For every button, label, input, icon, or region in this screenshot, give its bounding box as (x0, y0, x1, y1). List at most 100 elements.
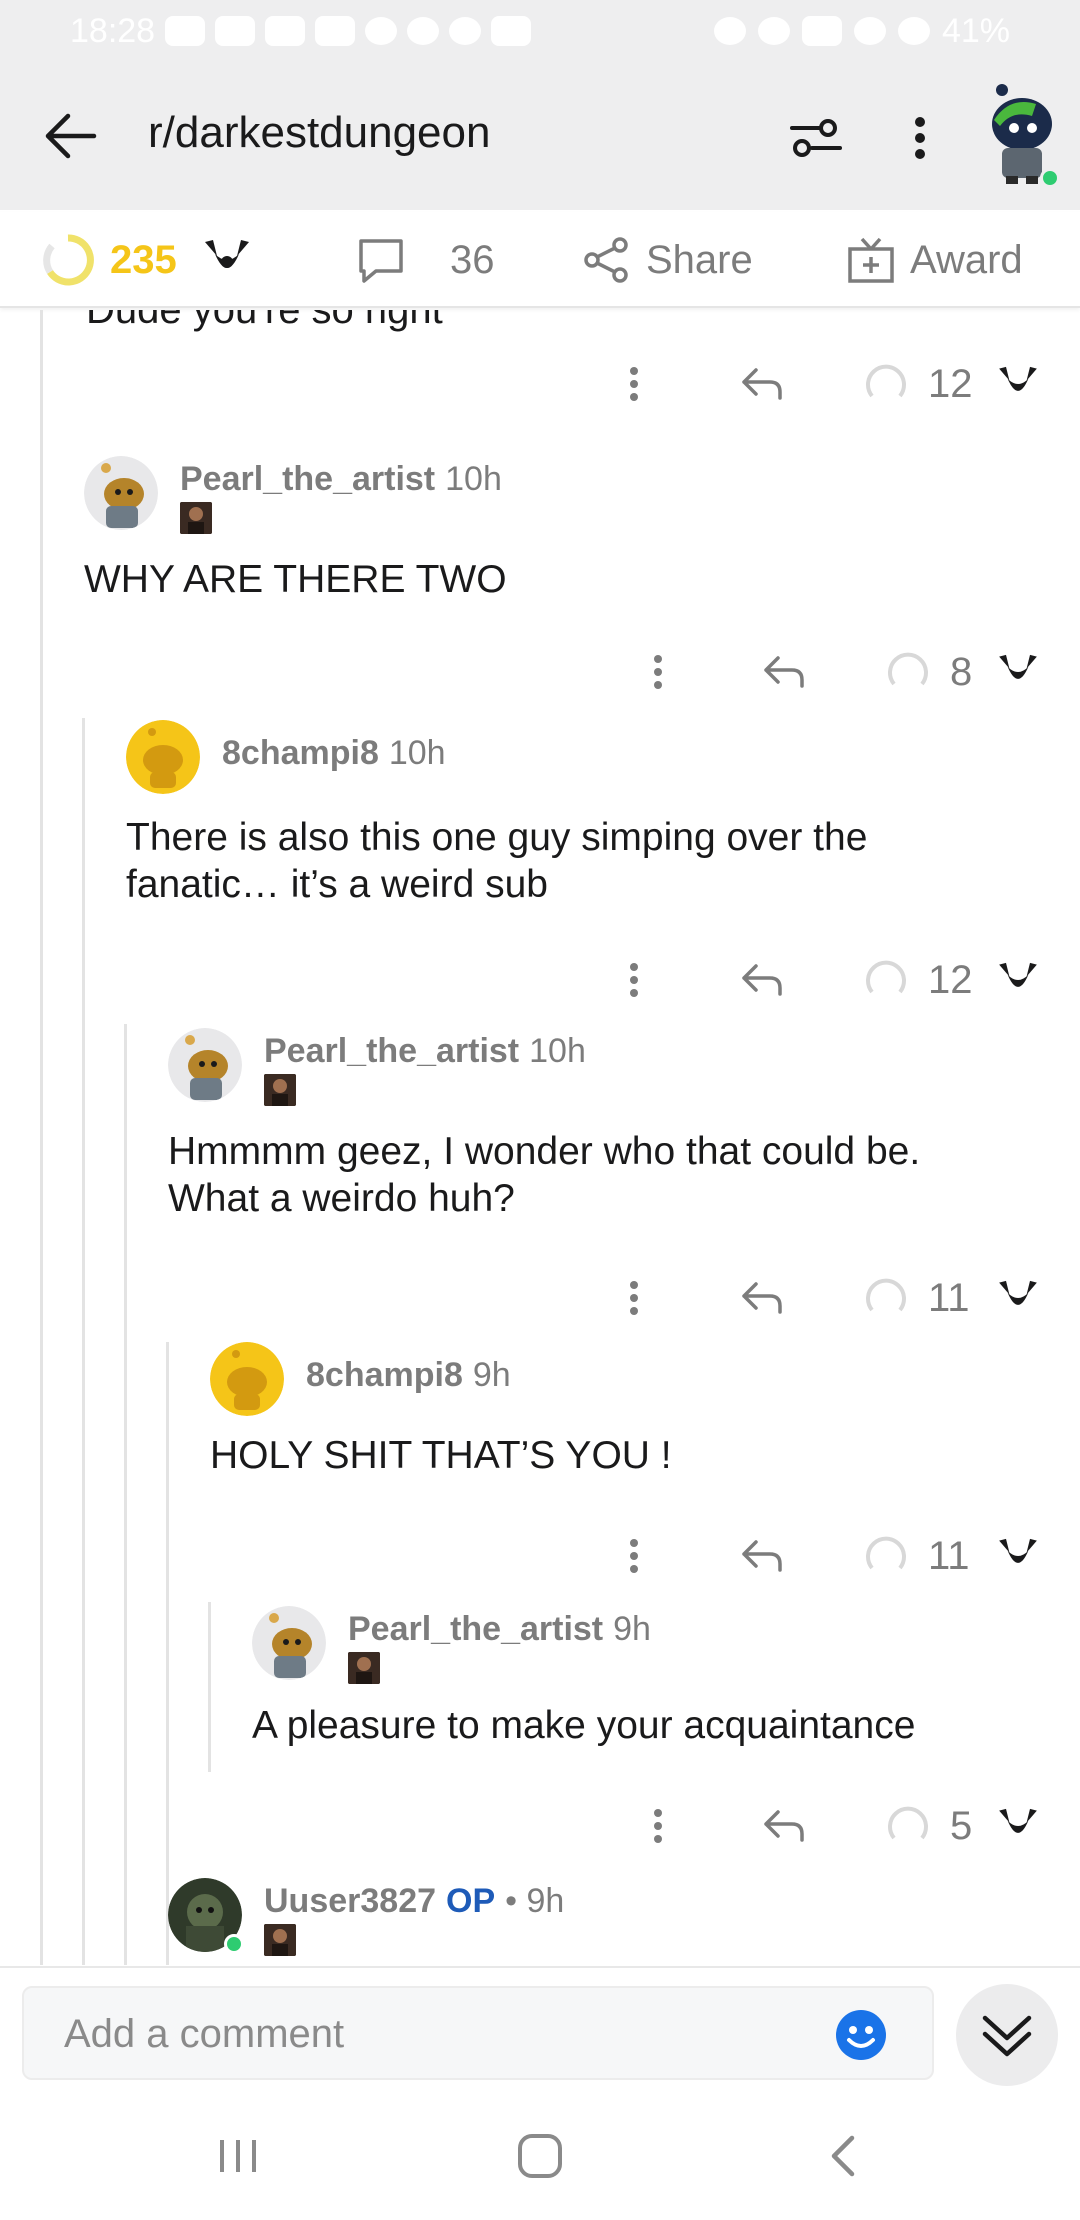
reply-icon[interactable] (740, 960, 784, 1000)
comment-input-container[interactable] (22, 1986, 934, 2080)
reply-icon[interactable] (740, 1536, 784, 1576)
comment: Uuser3827 OP • 9h (168, 1878, 1068, 1965)
comment-author[interactable]: 8champi8 9h (306, 1356, 511, 1395)
comment-body: WHY ARE THERE TWO (84, 558, 507, 601)
upvote-icon[interactable] (864, 362, 908, 406)
comment-more-button[interactable] (646, 1798, 670, 1854)
reply-icon[interactable] (740, 1278, 784, 1318)
comments-button[interactable]: 36 (356, 232, 495, 288)
add-comment-input[interactable] (64, 2006, 824, 2062)
comment-author[interactable]: Pearl_the_artist 10h (180, 460, 502, 499)
comment-more-button[interactable] (622, 952, 646, 1008)
share-button[interactable]: Share (582, 232, 753, 288)
upvote-icon[interactable] (886, 1804, 930, 1848)
gallery-icon (801, 16, 842, 46)
filter-icon (790, 119, 842, 157)
reply-icon[interactable] (762, 1806, 806, 1846)
status-bar: 18:28 41% (0, 0, 1080, 62)
user-avatar-button[interactable] (980, 76, 1060, 188)
youtube-notification-icon (165, 16, 206, 46)
downvote-icon[interactable] (199, 232, 255, 288)
comment: Pearl_the_artist 10h WHY ARE THERE TWO (84, 456, 1064, 601)
more-vertical-icon (630, 963, 638, 997)
comment-action-row: 5 (0, 1798, 1080, 1854)
sort-filter-button[interactable] (786, 108, 846, 168)
avatar[interactable] (84, 456, 158, 530)
comment-more-button[interactable] (622, 1270, 646, 1326)
system-back-button[interactable] (812, 2126, 872, 2186)
collapse-threads-button[interactable] (956, 1984, 1058, 2086)
back-button[interactable] (40, 106, 100, 166)
home-button[interactable] (510, 2126, 570, 2186)
downvote-icon[interactable] (994, 1802, 1042, 1850)
thread-line-depth-2[interactable] (82, 718, 85, 1965)
thread-line-depth-1[interactable] (40, 310, 43, 1965)
upvote-icon[interactable] (886, 650, 930, 694)
more-vertical-icon (630, 1539, 638, 1573)
reddit-notification-icon (365, 17, 398, 45)
online-status-dot (224, 1934, 244, 1954)
post-score: 235 (110, 237, 177, 282)
silent-icon (853, 17, 886, 45)
status-right: 41% (713, 12, 1010, 51)
upvote-icon[interactable] (864, 1276, 908, 1320)
comment-author[interactable]: 8champi8 10h (222, 734, 446, 773)
upvote-icon[interactable] (864, 958, 908, 1002)
reply-icon[interactable] (762, 652, 806, 692)
comment-author[interactable]: Pearl_the_artist 9h (348, 1610, 651, 1649)
comment-author[interactable]: Pearl_the_artist 10h (264, 1032, 586, 1071)
share-label: Share (646, 237, 753, 282)
avatar[interactable] (168, 1028, 242, 1102)
avatar[interactable] (210, 1342, 284, 1416)
downvote-icon[interactable] (994, 956, 1042, 1004)
comment-score: 11 (928, 1534, 970, 1578)
thread-line-depth-4[interactable] (166, 1342, 169, 1965)
status-left: 18:28 (70, 11, 532, 51)
more-vertical-icon (654, 1809, 662, 1843)
reddit-notification-icon (449, 17, 482, 45)
recent-apps-button[interactable] (208, 2126, 268, 2186)
award-button[interactable]: Award (846, 232, 1023, 288)
post-vote-group: 235 (40, 232, 255, 288)
home-icon (518, 2134, 562, 2178)
comment-more-button[interactable] (646, 644, 670, 700)
downvote-icon[interactable] (994, 1274, 1042, 1322)
upvote-icon[interactable] (40, 232, 96, 288)
user-flair-icon (348, 1652, 380, 1684)
more-vertical-icon (654, 655, 662, 689)
downvote-icon[interactable] (994, 1532, 1042, 1580)
system-navigation-bar (0, 2090, 1080, 2220)
downvote-icon[interactable] (994, 360, 1042, 408)
comment-body: There is also this one guy simping over … (126, 816, 868, 906)
user-flair-icon (264, 1924, 296, 1956)
youtube-notification-icon (215, 16, 256, 46)
status-time: 18:28 (70, 11, 156, 50)
subreddit-title[interactable]: r/darkestdungeon (148, 108, 490, 158)
comment-body: A pleasure to make your acquaintance (252, 1704, 916, 1747)
comment-action-row: 11 (0, 1270, 1080, 1326)
avatar[interactable] (252, 1606, 326, 1680)
comment: Pearl_the_artist 9h A pleasure to make yo… (252, 1606, 1072, 1747)
comment-time: • 9h (505, 1882, 565, 1920)
comment-more-button[interactable] (622, 356, 646, 412)
recent-apps-icon (220, 2140, 256, 2172)
comment-more-button[interactable] (622, 1528, 646, 1584)
avatar[interactable] (126, 720, 200, 794)
more-vertical-icon (915, 117, 925, 159)
overflow-menu-button[interactable] (900, 108, 940, 168)
downvote-icon[interactable] (994, 648, 1042, 696)
youtube-notification-icon (265, 16, 306, 46)
award-icon (848, 237, 894, 283)
upvote-icon[interactable] (864, 1534, 908, 1578)
comment-author[interactable]: Uuser3827 OP • 9h (264, 1882, 564, 1921)
comment: 8champi8 9h HOLY SHIT THAT’S YOU ! (210, 1342, 1070, 1482)
signal-icon (897, 17, 930, 45)
emoji-icon[interactable] (834, 2008, 888, 2062)
online-status-dot (1040, 168, 1060, 188)
thread-line-depth-5[interactable] (208, 1602, 211, 1772)
share-icon (584, 237, 628, 283)
comment-time: 9h (472, 1356, 511, 1394)
comment-time: 10h (388, 734, 446, 772)
reply-icon[interactable] (740, 364, 784, 404)
reddit-notification-icon (407, 17, 440, 45)
